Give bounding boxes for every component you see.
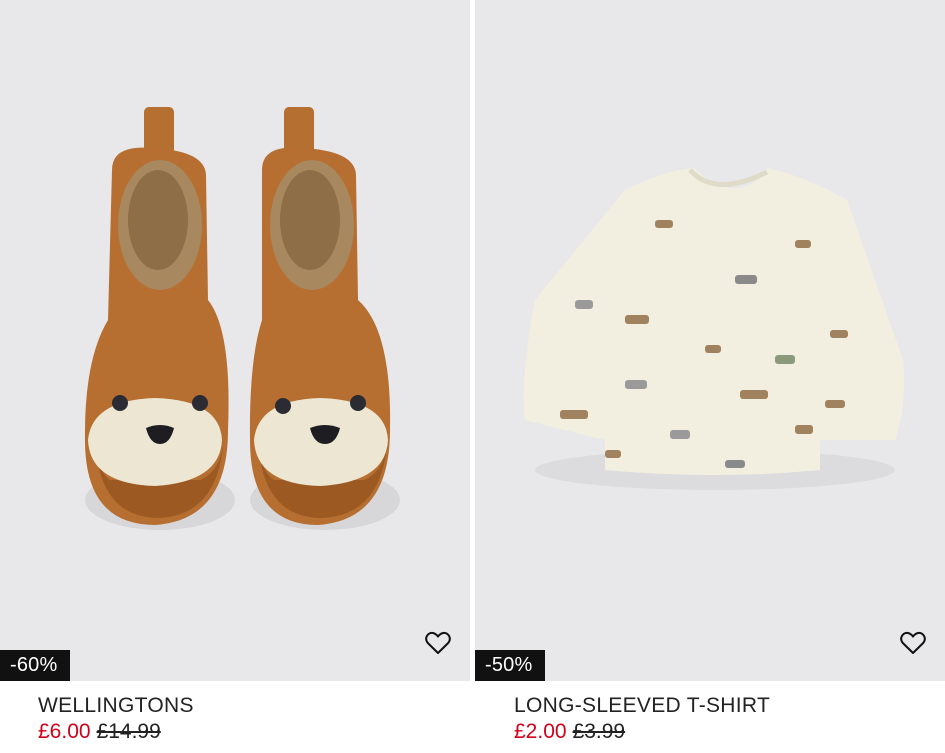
original-price: £14.99 [96, 720, 161, 743]
product-card-long-sleeved-t-shirt[interactable]: -50% LONG-SLEEVED T-SHIRT £2.00 £3.99 [475, 0, 945, 753]
product-title[interactable]: WELLINGTONS [38, 694, 194, 718]
original-price: £3.99 [572, 720, 626, 743]
discount-badge: -50% [475, 650, 545, 681]
product-price: £2.00 £3.99 [514, 720, 625, 744]
discount-badge: -60% [0, 650, 70, 681]
product-image-wellingtons[interactable] [0, 0, 470, 681]
product-price: £6.00 £14.99 [38, 720, 161, 744]
wellington-boots-image [84, 107, 400, 530]
product-grid: -60% WELLINGTONS £6.00 £14.99 -50% LONG-… [0, 0, 945, 753]
product-card-wellingtons[interactable]: -60% WELLINGTONS £6.00 £14.99 [0, 0, 470, 753]
favourite-button[interactable] [424, 629, 452, 657]
sale-price: £6.00 [38, 720, 91, 743]
favourite-button[interactable] [899, 629, 927, 657]
long-sleeved-t-shirt-image [523, 168, 904, 490]
product-title[interactable]: LONG-SLEEVED T-SHIRT [514, 694, 770, 718]
heart-outline-icon [425, 631, 451, 654]
product-image-long-sleeved-t-shirt[interactable] [475, 0, 945, 681]
sale-price: £2.00 [514, 720, 567, 743]
heart-outline-icon [900, 631, 926, 654]
